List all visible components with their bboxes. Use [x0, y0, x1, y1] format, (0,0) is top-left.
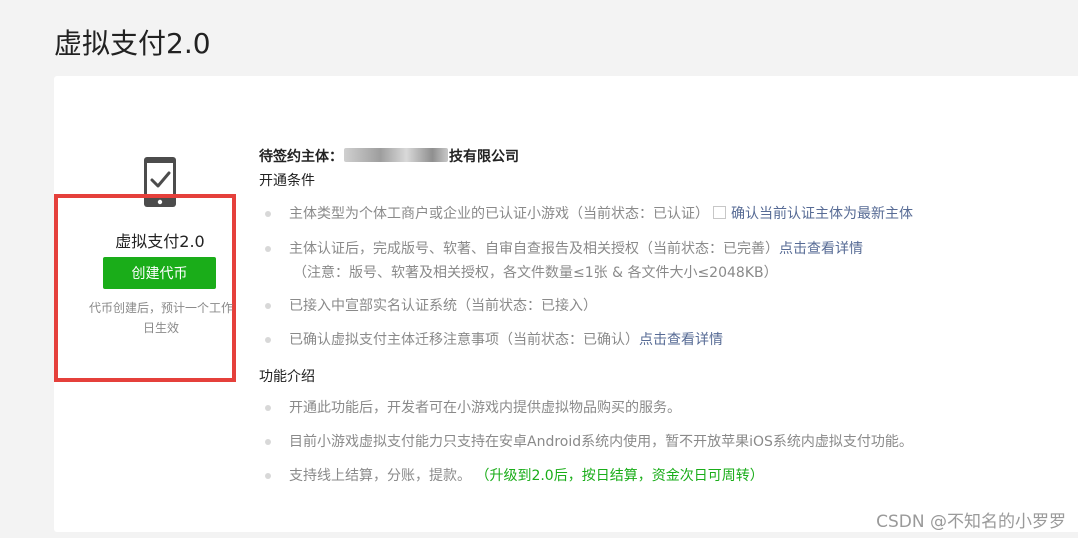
- condition-item: 主体认证后，完成版号、软著、自审自查报告及相关授权（当前状态：已完善）点击查看详…: [265, 238, 863, 260]
- entity-line: 待签约主体： 技有限公司: [259, 146, 519, 166]
- condition-text: 主体认证后，完成版号、软著、自审自查报告及相关授权（当前状态：已完善）: [289, 241, 779, 257]
- entity-name-suffix: 技有限公司: [449, 149, 519, 165]
- create-token-button[interactable]: 创建代币: [103, 257, 216, 289]
- bullet-icon: [265, 439, 271, 445]
- feature-text: 开通此功能后，开发者可在小游戏内提供虚拟物品购买的服务。: [289, 400, 681, 416]
- bullet-icon: [265, 246, 271, 252]
- feature-item: 支持线上结算，分账，提款。 （升级到2.0后，按日结算，资金次日可周转）: [265, 465, 764, 487]
- product-name: 虚拟支付2.0: [115, 232, 205, 251]
- feature-text: 目前小游戏虚拟支付能力只支持在安卓Android系统内使用，暂不开放苹果iOS系…: [289, 434, 913, 450]
- page-title: 虚拟支付2.0: [54, 27, 211, 60]
- condition-item: 已确认虚拟支付主体迁移注意事项（当前状态：已确认）点击查看详情: [265, 329, 723, 351]
- bullet-icon: [265, 405, 271, 411]
- feature-item: 开通此功能后，开发者可在小游戏内提供虚拟物品购买的服务。: [265, 397, 681, 419]
- virtual-payment-card: 虚拟支付2.0 创建代币 代币创建后，预计一个工作日生效 待签约主体： 技有限公司…: [54, 76, 1078, 532]
- condition-note: （注意：版号、软著及相关授权，各文件数量≤1张 & 各文件大小≤2048KB）: [293, 265, 778, 281]
- condition-text: 主体类型为个体工商户或企业的已认证小游戏（当前状态：已认证）: [289, 206, 709, 222]
- entity-label: 待签约主体：: [259, 149, 343, 165]
- confirm-entity-link[interactable]: 确认当前认证主体为最新主体: [731, 206, 913, 222]
- feature-item: 目前小游戏虚拟支付能力只支持在安卓Android系统内使用，暂不开放苹果iOS系…: [265, 431, 913, 453]
- confirm-checkbox[interactable]: [713, 206, 726, 219]
- entity-name-redacted: [344, 148, 448, 162]
- conditions-heading: 开通条件: [259, 173, 315, 189]
- create-note: 代币创建后，预计一个工作日生效: [88, 301, 233, 335]
- bullet-icon: [265, 337, 271, 343]
- view-details-link[interactable]: 点击查看详情: [779, 241, 863, 257]
- bullet-icon: [265, 473, 271, 479]
- condition-text: 已接入中宣部实名认证系统（当前状态：已接入）: [289, 298, 597, 314]
- condition-item: 主体类型为个体工商户或企业的已认证小游戏（当前状态：已认证） 确认当前认证主体为最…: [265, 203, 913, 225]
- product-panel: 虚拟支付2.0 创建代币 代币创建后，预计一个工作日生效: [54, 76, 244, 532]
- feature-text: 支持线上结算，分账，提款。: [289, 468, 471, 484]
- bullet-icon: [265, 211, 271, 217]
- settlement-highlight: （升级到2.0后，按日结算，资金次日可周转）: [475, 468, 764, 484]
- condition-text: 已确认虚拟支付主体迁移注意事项（当前状态：已确认）: [289, 332, 639, 348]
- bullet-icon: [265, 303, 271, 309]
- features-heading: 功能介绍: [259, 369, 315, 385]
- condition-item: 已接入中宣部实名认证系统（当前状态：已接入）: [265, 295, 597, 317]
- watermark: CSDN @不知名的小罗罗: [876, 512, 1066, 532]
- view-details-link[interactable]: 点击查看详情: [639, 332, 723, 348]
